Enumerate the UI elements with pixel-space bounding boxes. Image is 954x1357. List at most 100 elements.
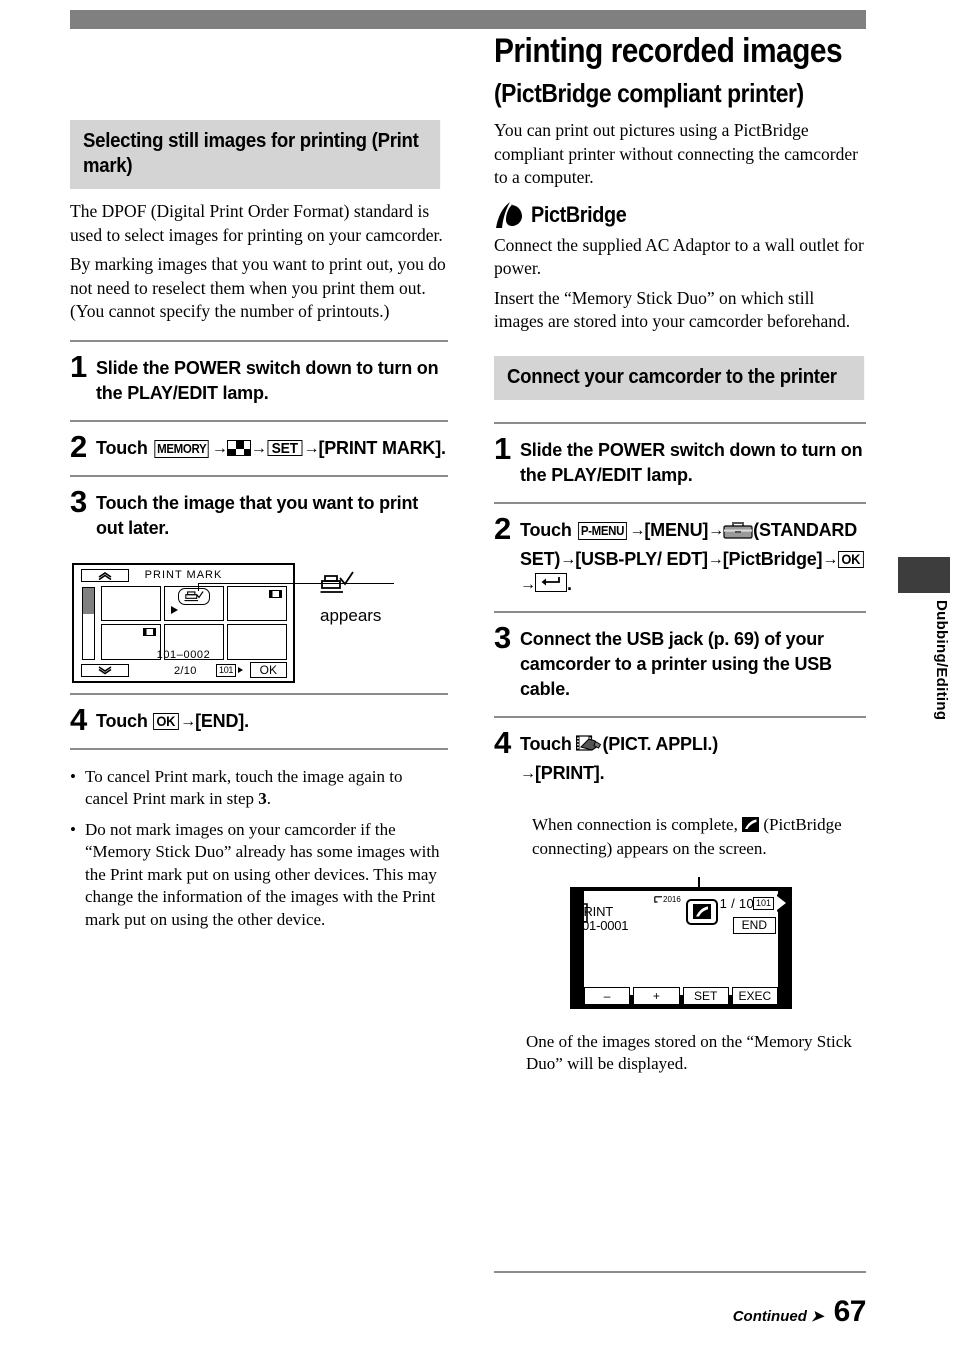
return-button-icon[interactable] [535, 572, 567, 592]
lcd-resolution-value: 2016 [663, 894, 681, 904]
lcd-folder-number: 101 [752, 896, 774, 910]
lcd-folder-indicator[interactable]: 101 [216, 663, 244, 677]
pictbridge-paragraph-2: Insert the “Memory Stick Duo” on which s… [494, 287, 851, 332]
menu-label: [MENU] [644, 519, 709, 540]
lcd-file-number: 101–0002 [156, 648, 211, 661]
movie-clip-icon [143, 628, 156, 636]
continued-label: Continued ➤ [733, 1307, 824, 1325]
right-step-4-suffix: [PRINT]. [535, 762, 605, 783]
arrow-icon: → [520, 764, 536, 782]
right-column: Printing recorded images (PictBridge com… [494, 32, 866, 1076]
bullet-text-part1: To cancel Print mark, touch the image ag… [85, 766, 403, 809]
left-step-3-text: Touch the image that you want to print o… [96, 492, 419, 538]
right-step-3: 3 Connect the USB jack (p. 69) of your c… [494, 613, 866, 716]
top-decorative-band [70, 10, 866, 29]
connection-note-part1: When connection is complete, [532, 814, 743, 834]
lcd-file-number: 101-0001 [575, 917, 629, 933]
left-step-1-number: 1 [70, 348, 88, 384]
print-mark-lcd-illustration: PRINT MARK 101–0002 2/10 101 OK appears [70, 562, 450, 693]
arrow-icon: → [211, 439, 228, 457]
connection-note: When connection is complete, (PictBridge… [532, 814, 866, 861]
lcd-pictbridge-connecting-badge [686, 898, 718, 925]
print-mark-badge-icon [178, 587, 210, 605]
bullet-text: To cancel Print mark, touch the image ag… [85, 766, 448, 811]
right-step-4-number: 4 [494, 724, 512, 760]
print-mark-callout: appears [320, 571, 440, 626]
lcd-image-counter: 2/10 [174, 664, 197, 677]
left-step-2-suffix: [PRINT MARK]. [318, 437, 446, 458]
left-step-2-prefix: Touch [96, 437, 153, 458]
next-folder-triangle-icon[interactable] [238, 667, 244, 673]
right-step-3-text: Connect the USB jack (p. 69) of your cam… [520, 628, 832, 699]
standard-set-toolbox-icon[interactable] [723, 521, 753, 547]
left-step-4-suffix: [END]. [195, 710, 249, 731]
lcd-image-counter: 1 / 10 [719, 895, 754, 911]
right-step-1: 1 Slide the POWER switch down to turn on… [494, 424, 866, 502]
scroll-up-button[interactable] [81, 568, 129, 582]
right-step-4-text: Touch (PICT. APPLI.) →[PRINT]. [520, 729, 718, 786]
p-menu-button-icon[interactable]: P-MENU [578, 522, 628, 540]
thumbnail-cell-selected[interactable] [164, 585, 224, 621]
pictbridge-wordmark: PictBridge [531, 201, 627, 227]
post-screen-note: One of the images stored on the “Memory … [526, 1031, 852, 1074]
arrow-icon: → [629, 521, 645, 539]
pictbridge-logo: PictBridge [494, 201, 866, 228]
callout-leader-vertical [198, 582, 199, 591]
ok-button-icon[interactable]: OK [153, 712, 179, 730]
folder-number-box: 101 [216, 663, 237, 677]
list-item: • To cancel Print mark, touch the image … [70, 766, 448, 811]
multi-image-checker-icon[interactable] [226, 439, 251, 456]
bullet-step-ref: 3 [258, 789, 267, 808]
lcd-button-bar: – + SET EXEC [584, 986, 778, 1005]
bullet-text-part2: . [266, 789, 272, 808]
left-step-3-number: 3 [70, 483, 88, 519]
lcd-exec-button[interactable]: EXEC [731, 986, 778, 1005]
right-step-2: 2 Touch P-MENU →[MENU]→ (STANDARD SET)→[U… [494, 504, 866, 611]
ok-button-icon[interactable]: OK [838, 550, 864, 568]
lcd-ok-button[interactable]: OK [249, 661, 287, 678]
right-section-heading: Connect your camcorder to the printer [494, 355, 865, 400]
left-notes-list: • To cancel Print mark, touch the image … [70, 766, 448, 932]
list-item: • Do not mark images on your camcorder i… [70, 819, 448, 932]
usb-ply-edt-label: [USB-PLY/ EDT] [575, 548, 708, 569]
right-step-2-number: 2 [494, 510, 512, 546]
callout-caption: appears [320, 605, 382, 625]
arrow-icon: → [560, 550, 576, 568]
pict-appli-label: (PICT. APPLI.) [602, 733, 719, 754]
pictbridge-paragraph-1: Connect the supplied AC Adaptor to a wal… [494, 234, 864, 279]
play-triangle-icon [171, 606, 178, 614]
right-step-2-suffix: . [567, 573, 572, 594]
lcd-plus-button[interactable]: + [633, 986, 680, 1005]
lcd-minus-button[interactable]: – [584, 986, 631, 1005]
right-step-2-text: Touch P-MENU →[MENU]→ (STANDARD SET)→[USB… [520, 515, 866, 597]
lcd-screen-frame: PRINT MARK 101–0002 2/10 101 OK [72, 562, 295, 683]
lcd-end-button[interactable]: END [732, 916, 776, 934]
next-image-triangle-icon[interactable] [777, 895, 786, 910]
left-section-heading: Selecting still images for printing (Pri… [70, 120, 441, 189]
left-step-4-number: 4 [70, 701, 88, 737]
arrow-icon: → [707, 550, 724, 568]
thumbnail-cell[interactable] [101, 585, 161, 621]
arrow-icon: → [250, 439, 267, 457]
left-step-2: 2 Touch MEMORY → → SET →[PRINT MARK]. [70, 422, 448, 475]
lcd-print-label: PRINT [575, 903, 614, 919]
printer-check-icon [184, 590, 204, 601]
footer-divider [494, 1271, 866, 1273]
memory-button-icon[interactable]: MEMORY [154, 440, 210, 458]
left-step-4: 4 Touch OK →[END]. [70, 695, 448, 748]
pictbridge-label: [PictBridge] [722, 548, 823, 569]
lcd-set-button[interactable]: SET [682, 986, 729, 1005]
arrow-right-icon: ➤ [811, 1308, 824, 1325]
thumbnail-cell[interactable] [227, 585, 287, 621]
pict-appli-icon[interactable] [576, 734, 602, 761]
scrollbar-thumb[interactable] [83, 587, 94, 614]
set-button-icon[interactable]: SET [267, 440, 302, 456]
right-step-1-text: Slide the POWER switch down to turn on t… [520, 439, 863, 485]
chevron-down-icon [98, 665, 112, 674]
right-step-3-number: 3 [494, 619, 512, 655]
left-step-1-text: Slide the POWER switch down to turn on t… [96, 357, 439, 403]
left-intro-paragraph-2: By marking images that you want to print… [70, 254, 446, 321]
right-step-2-prefix: Touch [520, 519, 577, 540]
movie-clip-icon [269, 589, 282, 598]
scroll-down-button[interactable] [81, 663, 129, 677]
